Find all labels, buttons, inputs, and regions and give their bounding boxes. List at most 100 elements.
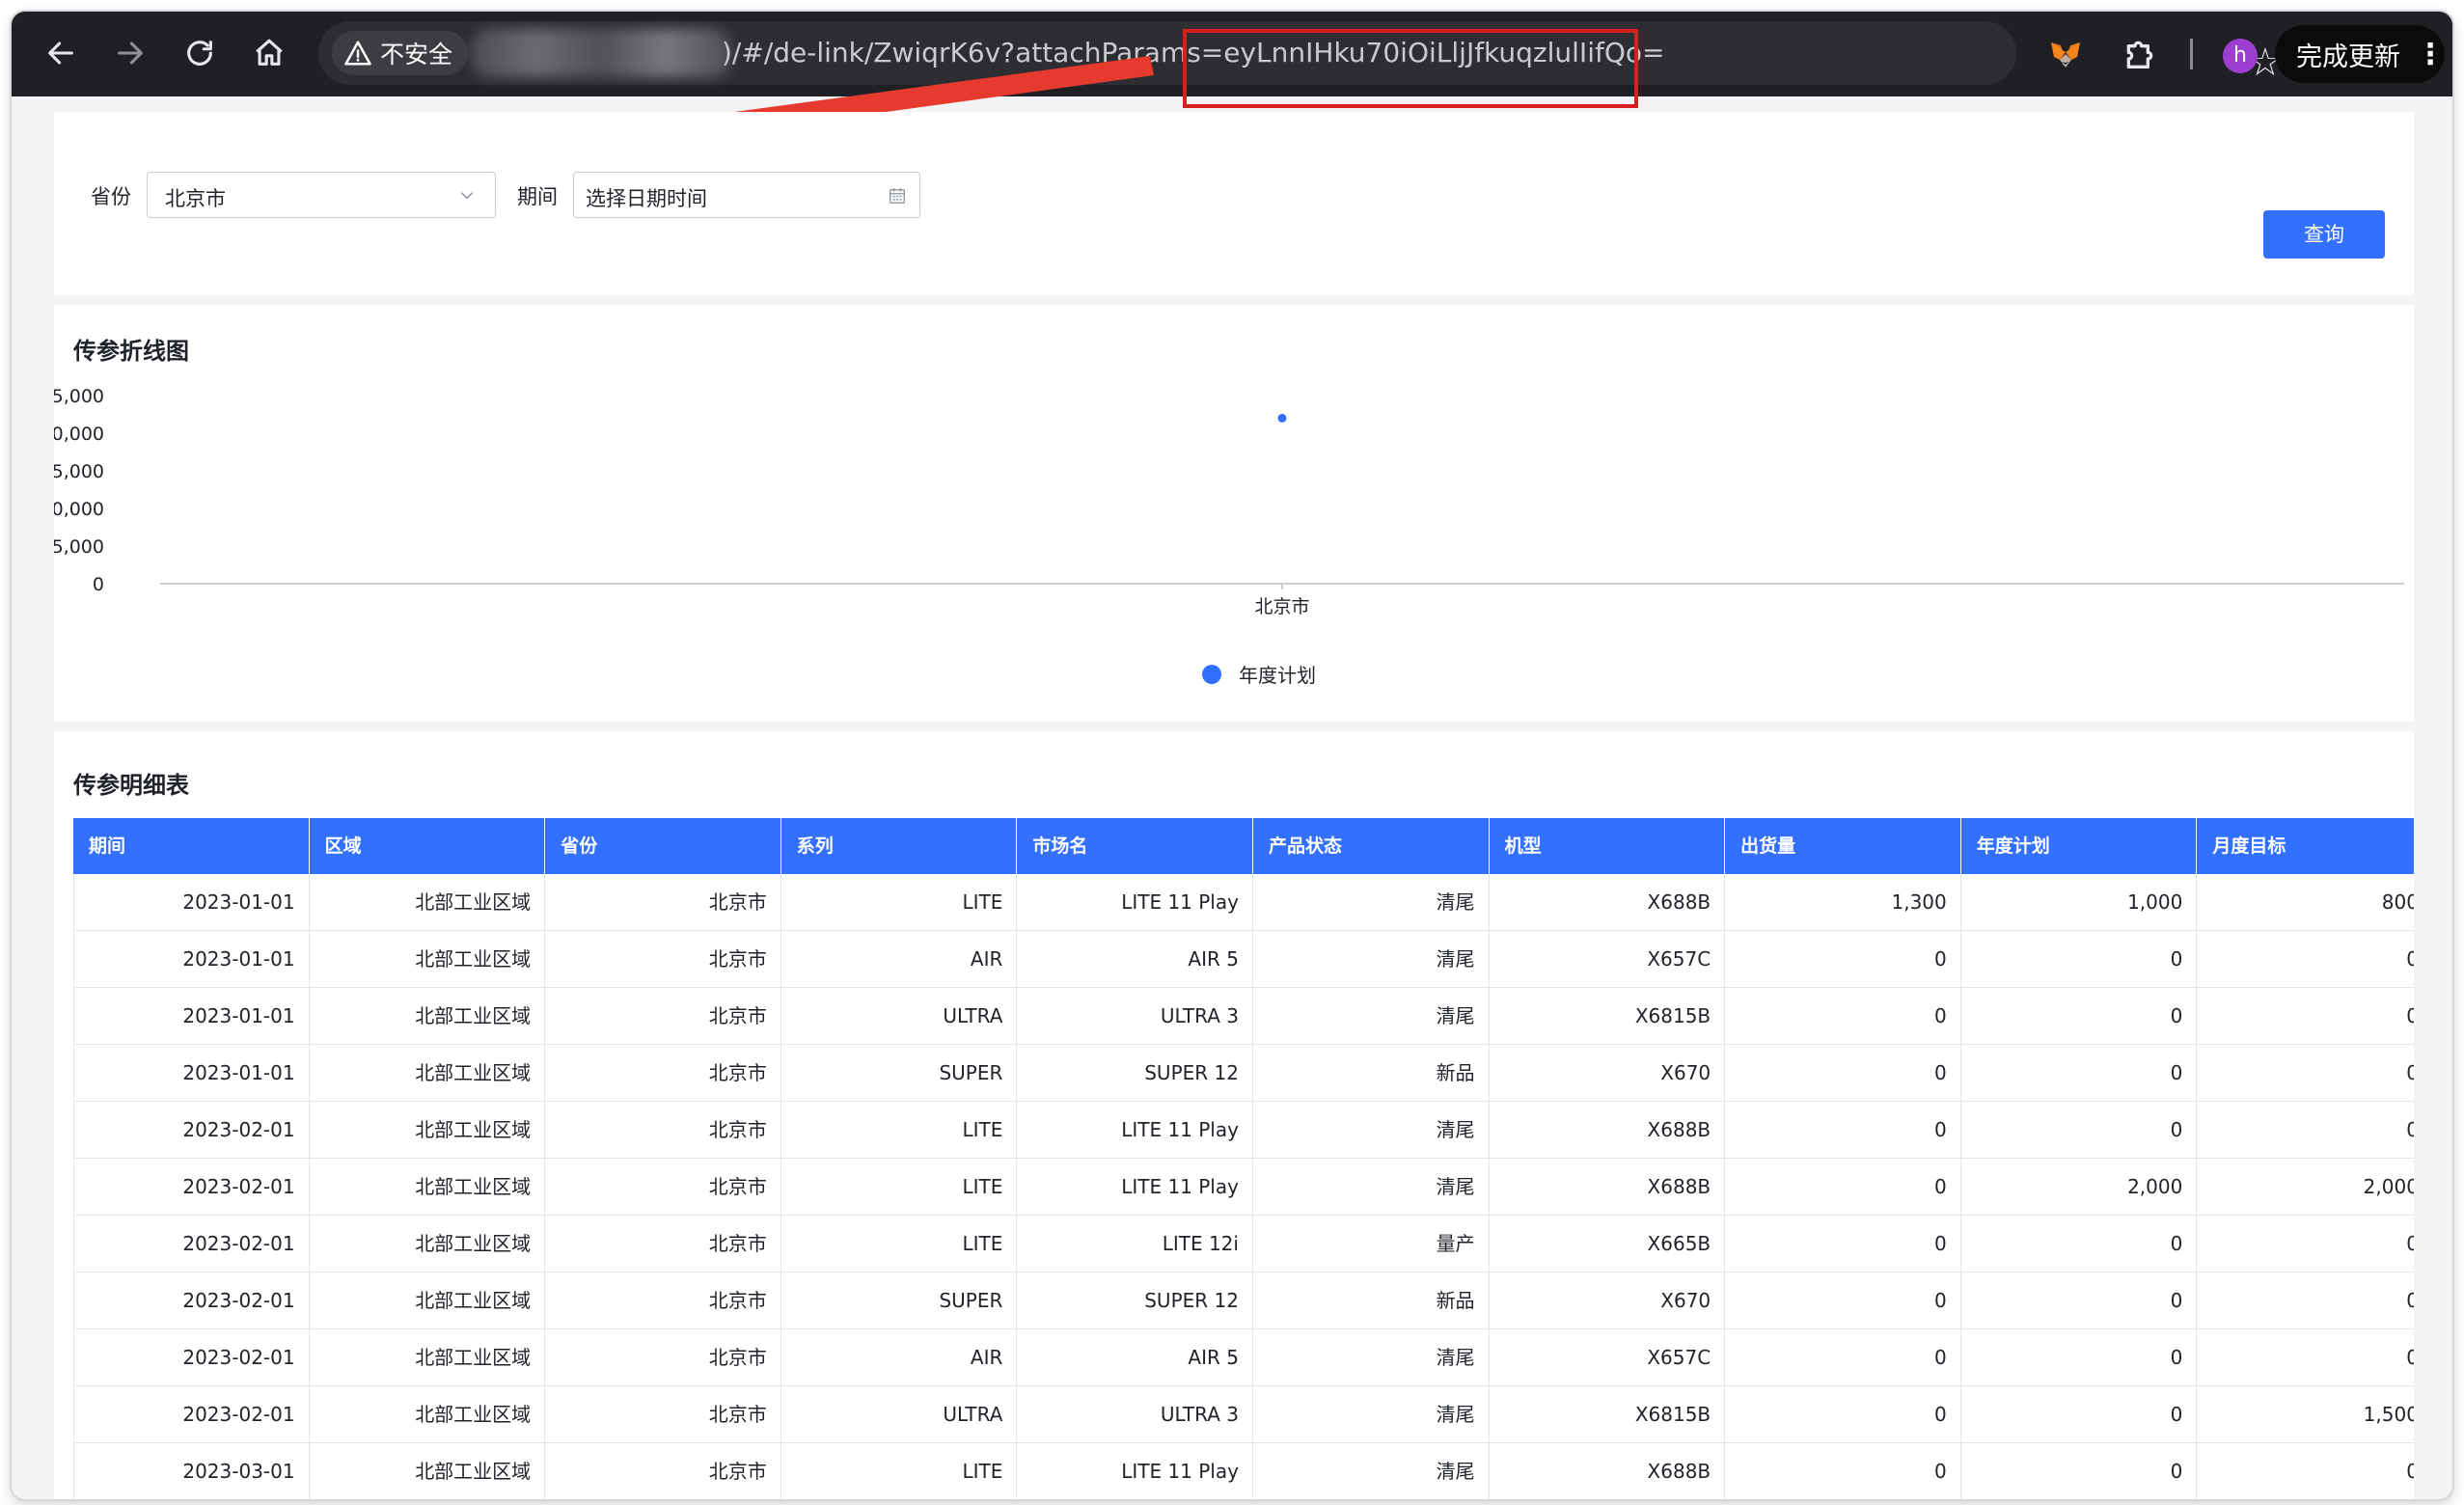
- table-row[interactable]: 2023-02-01 北部工业区域 北京市 LITE LITE 11 Play 清尾 X68…: [73, 1102, 2414, 1159]
- table-cell: 2023-01-01: [73, 931, 310, 987]
- table-cell: 0: [1725, 1329, 1961, 1385]
- column-header[interactable]: 产品状态: [1253, 818, 1490, 874]
- y-tick-label: 0: [93, 574, 104, 595]
- table-cell: 清尾: [1253, 874, 1490, 930]
- more-menu-icon[interactable]: ⋮: [2416, 38, 2445, 71]
- query-button[interactable]: 查询: [2263, 210, 2385, 259]
- column-header[interactable]: 年度计划: [1961, 818, 2198, 874]
- table-cell: 2,000: [2197, 1159, 2414, 1215]
- table-cell: 北京市: [545, 1159, 781, 1215]
- province-value: 北京市: [165, 187, 226, 210]
- table-cell: 0: [2197, 1443, 2414, 1499]
- table-cell: 1,000: [1961, 874, 2198, 930]
- table-cell: 0: [1725, 1045, 1961, 1101]
- security-chip[interactable]: 不安全: [332, 31, 469, 75]
- column-header[interactable]: 区域: [310, 818, 546, 874]
- table-row[interactable]: 2023-02-01 北部工业区域 北京市 LITE LITE 12i 量产 X665B 0 0…: [73, 1216, 2414, 1272]
- table-cell: 800: [2197, 874, 2414, 930]
- forward-button[interactable]: [108, 31, 152, 75]
- table-cell: 清尾: [1253, 1443, 1490, 1499]
- column-header[interactable]: 月度目标: [2197, 818, 2414, 874]
- warning-triangle-icon: [344, 41, 371, 66]
- update-label: 完成更新: [2296, 41, 2400, 72]
- y-tick-label: 20,000: [54, 424, 104, 445]
- column-header[interactable]: 市场名: [1017, 818, 1253, 874]
- table-cell: LITE: [781, 1216, 1018, 1272]
- province-select[interactable]: 北京市: [147, 172, 496, 218]
- profile-avatar[interactable]: h: [2223, 39, 2258, 73]
- table-cell: 2023-01-01: [73, 874, 310, 930]
- table-cell: X6815B: [1490, 1386, 1726, 1442]
- table-cell: 2023-02-01: [73, 1159, 310, 1215]
- address-bar[interactable]: 不安全 )/#/de-link/ZwiqrK6v?attachParams=ey…: [318, 21, 2283, 85]
- url-host-blurred: [471, 29, 731, 77]
- table-row[interactable]: 2023-01-01北部工业区域北京市AIRAIR 5清尾X657C000: [73, 931, 2414, 988]
- table-cell: 北京市: [545, 1443, 781, 1499]
- table-row[interactable]: 2023-03-01 北部工业区域 北京市 LITE LITE 11 Play 清尾 X68…: [73, 1443, 2414, 1499]
- table-cell: 0: [1725, 931, 1961, 987]
- period-placeholder: 选择日期时间: [586, 187, 707, 210]
- period-datetime-picker[interactable]: 选择日期时间: [573, 172, 920, 218]
- y-tick-label: 5,000: [54, 536, 104, 558]
- chart-panel: 传参折线图 25,00020,00015,00010,0005,0000北京市 …: [54, 305, 2414, 722]
- annotation-highlight-box: [1183, 29, 1638, 108]
- table-cell: 北京市: [545, 988, 781, 1044]
- table-cell: ULTRA: [781, 988, 1018, 1044]
- table-cell: 北部工业区域: [310, 1386, 546, 1442]
- table-cell: X688B: [1490, 1443, 1726, 1499]
- column-header[interactable]: 省份: [545, 818, 781, 874]
- table-row[interactable]: 2023-02-01 北部工业区域 北京市 LITE LITE 11 Play 清尾 X68…: [73, 1159, 2414, 1216]
- table-cell: 0: [2197, 1045, 2414, 1101]
- home-button[interactable]: [247, 31, 291, 75]
- column-header[interactable]: 系列: [781, 818, 1018, 874]
- table-cell: 2023-03-01: [73, 1443, 310, 1499]
- table-cell: 北部工业区域: [310, 988, 546, 1044]
- table-cell: 0: [2197, 1272, 2414, 1328]
- table-cell: 2,000: [1961, 1159, 2198, 1215]
- table-row[interactable]: 2023-02-01北部工业区域北京市AIRAIR 5清尾X657C000: [73, 1329, 2414, 1386]
- table-cell: LITE 11 Play: [1017, 874, 1253, 930]
- table-cell: 0: [1725, 1216, 1961, 1272]
- legend-label: 年度计划: [1239, 664, 1316, 687]
- table-cell: ULTRA 3: [1017, 988, 1253, 1044]
- table-cell: 北部工业区域: [310, 1159, 546, 1215]
- table-cell: 0: [1725, 1386, 1961, 1442]
- table-row[interactable]: 2023-02-01 北部工业区域 北京市 SUPER SUPER 12 新品 X670 0 0…: [73, 1272, 2414, 1329]
- table-row[interactable]: 2023-01-01 北部工业区域 北京市 ULTRA ULTRA 3 清尾 X6815B 0…: [73, 988, 2414, 1045]
- table-cell: 北部工业区域: [310, 1102, 546, 1158]
- table-cell: X670: [1490, 1045, 1726, 1101]
- table-cell: X657C: [1490, 1329, 1726, 1385]
- table-row[interactable]: 2023-01-01 北部工业区域 北京市 SUPER SUPER 12 新品 X670 0 0…: [73, 1045, 2414, 1102]
- back-button[interactable]: [39, 31, 83, 75]
- table-cell: 北京市: [545, 1272, 781, 1328]
- table-cell: 北部工业区域: [310, 1216, 546, 1272]
- table-cell: 2023-01-01: [73, 1045, 310, 1101]
- table-cell: 0: [2197, 988, 2414, 1044]
- extensions-puzzle-icon[interactable]: [2121, 35, 2159, 73]
- table-row[interactable]: 2023-02-01 北部工业区域 北京市 ULTRA ULTRA 3 清尾 X6815B 0…: [73, 1386, 2414, 1443]
- table-cell: 0: [1961, 1045, 2198, 1101]
- reload-button[interactable]: [178, 31, 222, 75]
- table-cell: ULTRA 3: [1017, 1386, 1253, 1442]
- table-cell: 1,300: [1725, 874, 1961, 930]
- column-header[interactable]: 机型: [1490, 818, 1726, 874]
- arrow-right-icon: [118, 41, 143, 65]
- chart-legend[interactable]: 年度计划: [1202, 660, 1316, 688]
- y-tick-label: 15,000: [54, 461, 104, 482]
- metamask-fox-icon[interactable]: [2049, 41, 2082, 69]
- table-cell: 北部工业区域: [310, 1045, 546, 1101]
- table-cell: 北京市: [545, 1386, 781, 1442]
- table-cell: 0: [1725, 1159, 1961, 1215]
- column-header[interactable]: 出货量: [1725, 818, 1961, 874]
- security-label: 不安全: [380, 41, 453, 68]
- table-cell: ULTRA: [781, 1386, 1018, 1442]
- column-header[interactable]: 期间: [73, 818, 310, 874]
- table-row[interactable]: 2023-01-01 北部工业区域 北京市 LITE LITE 11 Play 清尾 X68…: [73, 874, 2414, 931]
- table-cell: SUPER 12: [1017, 1045, 1253, 1101]
- table-cell: X657C: [1490, 931, 1726, 987]
- table-cell: 北京市: [545, 874, 781, 930]
- update-button[interactable]: 完成更新 ⋮: [2275, 25, 2445, 83]
- table-cell: X6815B: [1490, 988, 1726, 1044]
- table-cell: 1,500: [2197, 1386, 2414, 1442]
- table-cell: 0: [1725, 988, 1961, 1044]
